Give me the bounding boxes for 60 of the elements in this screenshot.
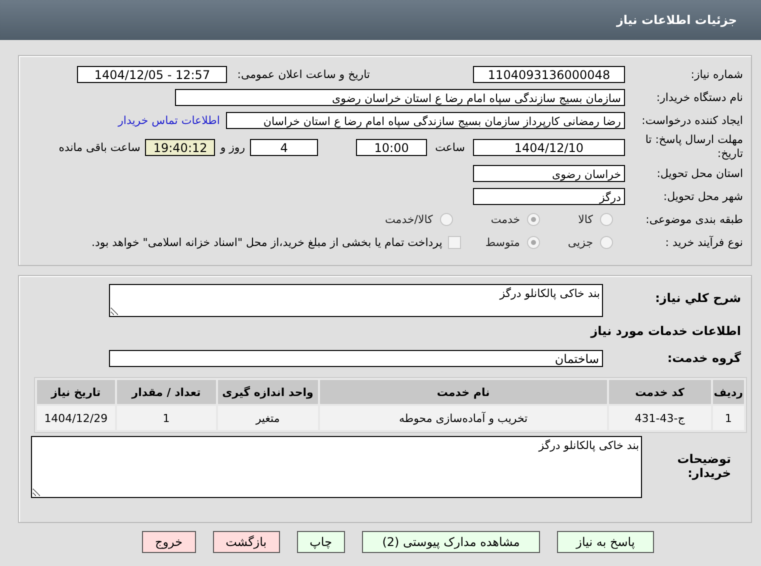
- category-option-label: خدمت: [490, 213, 520, 226]
- category-option-label: کالا/خدمت: [385, 213, 433, 226]
- creator-label: ایجاد کننده درخواست:: [640, 114, 744, 127]
- buyer-label: نام دستگاه خریدار:: [655, 91, 744, 104]
- city-field: درگز: [473, 188, 625, 205]
- deadline-label: مهلت ارسال پاسخ: تا تاریخ:: [644, 133, 744, 161]
- column-header: کد خدمت: [608, 380, 711, 404]
- announce-label: تاریخ و ساعت اعلان عمومی:: [237, 68, 370, 81]
- service-group-label: گروه خدمت:: [666, 351, 741, 365]
- remaining-label: ساعت باقی مانده: [58, 140, 140, 154]
- action-button[interactable]: خروج: [142, 531, 196, 553]
- treasury-checkbox[interactable]: [448, 236, 462, 249]
- category-radio[interactable]: [440, 213, 453, 226]
- days-field: 4: [250, 138, 318, 156]
- city-label: شهر محل تحویل:: [662, 190, 744, 203]
- column-header: ردیف: [712, 380, 744, 404]
- process-label: نوع فرآیند خرید :: [664, 236, 744, 249]
- section-title: اطلاعات خدمات مورد نیاز: [590, 324, 741, 338]
- time-label: ساعت: [435, 140, 465, 154]
- action-button[interactable]: بازگشت: [212, 531, 280, 553]
- action-button[interactable]: چاپ: [296, 531, 345, 553]
- category-radio[interactable]: [600, 213, 613, 226]
- contact-link[interactable]: اطلاعات تماس خریدار: [118, 114, 220, 127]
- table-cell: 1404/12/29: [37, 406, 115, 430]
- action-button[interactable]: پاسخ به نیاز: [556, 531, 654, 553]
- description-field[interactable]: بند خاکی پالکانلو درگز: [109, 284, 603, 317]
- buyer-field: سازمان بسیج سازندگی سپاه امام رضا ع استان خراسان رضوی: [175, 89, 625, 106]
- province-label: استان محل تحویل:: [656, 167, 744, 180]
- column-header: واحد اندازه گیری: [218, 380, 318, 404]
- category-option-label: کالا: [578, 213, 593, 226]
- process-radio[interactable]: [600, 236, 613, 249]
- creator-field: رضا رمضانی کارپرداز سازمان بسیج سازندگی سپاه امام رضا ع استان خراسان: [226, 112, 625, 129]
- remaining-time-field: 19:40:12: [145, 138, 216, 156]
- notes-field[interactable]: بند خاکی پالکانلو درگز: [31, 436, 642, 498]
- column-header: تعداد / مقدار: [116, 380, 216, 404]
- deadline-date-field: 1404/12/10: [473, 138, 625, 156]
- category-label: طبقه بندی موضوعی:: [644, 213, 744, 226]
- action-button[interactable]: مشاهده مدارک پیوستی (2): [362, 531, 540, 553]
- table-cell: 1: [116, 406, 216, 430]
- process-option-label: جزیی: [568, 236, 593, 249]
- table-cell: متغیر: [218, 406, 318, 430]
- process-option-label: متوسط: [485, 236, 520, 249]
- table-cell: ج-43-431: [608, 406, 711, 430]
- deadline-time-field: 10:00: [356, 138, 428, 156]
- days-label: روز و: [220, 140, 246, 154]
- column-header: تاریخ نیاز: [37, 380, 115, 404]
- table-cell: تخریب و آماده‌سازی محوطه: [320, 406, 607, 430]
- treasury-label: پرداخت تمام یا بخشی از مبلغ خرید،از محل "اسناد خزانه اسلامی" خواهد بود.: [92, 236, 442, 249]
- description-label: شرح کلي نياز:: [654, 291, 741, 305]
- need-number-field: 1104093136000048: [473, 66, 625, 83]
- announce-field: 1404/12/05 - 12:57: [77, 66, 228, 83]
- column-header: نام خدمت: [320, 380, 607, 404]
- service-group-field: ساختمان: [109, 350, 603, 366]
- category-radio[interactable]: [527, 213, 540, 226]
- process-radio[interactable]: [526, 236, 540, 249]
- notes-label: توضیحات خریدار:: [676, 452, 731, 480]
- table-cell: 1: [712, 406, 744, 430]
- need-number-label: شماره نیاز:: [690, 68, 744, 81]
- province-field: خراسان رضوی: [473, 165, 625, 182]
- page-title: جزئیات اطلاعات نیاز: [616, 13, 737, 27]
